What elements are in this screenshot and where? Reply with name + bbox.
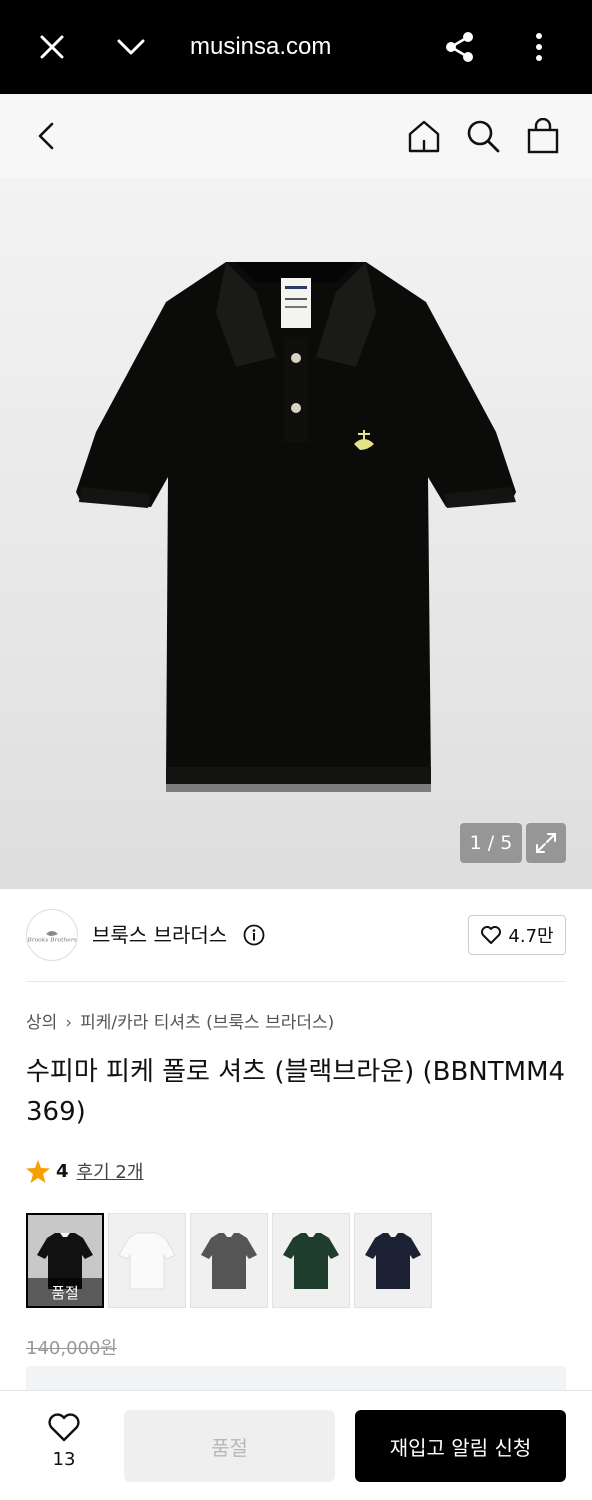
close-icon[interactable] bbox=[32, 27, 72, 67]
product-title: 수피마 피케 폴로 셔츠 (블랙브라운) (BBNTMM4369) bbox=[26, 1057, 566, 1127]
polo-shirt-thumbnail bbox=[118, 1232, 176, 1289]
gallery-pager: 1 / 5 bbox=[460, 823, 522, 863]
chevron-right-icon: › bbox=[65, 1013, 73, 1033]
search-icon[interactable] bbox=[461, 114, 505, 158]
brand-like-count: 4.7만 bbox=[508, 926, 554, 947]
brand-like-button[interactable]: 4.7만 bbox=[468, 915, 566, 955]
product-image-gallery[interactable]: 1 / 5 bbox=[0, 178, 592, 889]
heart-icon bbox=[481, 926, 502, 944]
brand-logo[interactable]: Brooks Brothers bbox=[26, 909, 78, 961]
bottom-action-bar: 13 품절 재입고 알림 신청 bbox=[0, 1390, 592, 1500]
shopping-bag-icon[interactable] bbox=[521, 114, 565, 158]
brand-name[interactable]: 브룩스 브라더스 bbox=[92, 921, 227, 949]
color-swatches: 품절 bbox=[26, 1213, 432, 1309]
soldout-label: 품절 bbox=[28, 1278, 102, 1306]
breadcrumb: 상의 › 피케/카라 티셔츠 (브룩스 브라더스) bbox=[26, 1010, 334, 1036]
review-link[interactable]: 후기 2개 bbox=[77, 1158, 144, 1184]
polo-shirt-thumbnail bbox=[283, 1232, 339, 1289]
wishlist-button[interactable]: 13 bbox=[36, 1413, 92, 1477]
info-icon[interactable] bbox=[243, 924, 265, 946]
home-icon[interactable] bbox=[402, 114, 446, 158]
back-arrow-icon[interactable] bbox=[24, 114, 68, 158]
star-icon bbox=[26, 1159, 50, 1183]
expand-icon[interactable] bbox=[526, 823, 566, 863]
swatch-white[interactable] bbox=[108, 1213, 186, 1308]
polo-shirt-thumbnail bbox=[201, 1232, 257, 1289]
polo-shirt-image bbox=[76, 262, 516, 792]
breadcrumb-item[interactable]: 피케/카라 티셔츠 (브룩스 브라더스) bbox=[80, 1013, 334, 1033]
divider bbox=[26, 981, 566, 982]
brand-row: Brooks Brothers 브룩스 브라더스 4.7만 bbox=[0, 889, 592, 983]
soldout-button: 품절 bbox=[124, 1410, 335, 1482]
browser-url[interactable]: musinsa.com bbox=[190, 30, 331, 64]
rating-summary: 4 후기 2개 bbox=[26, 1156, 143, 1186]
swatch-navy[interactable] bbox=[354, 1213, 432, 1308]
swatch-black[interactable]: 품절 bbox=[26, 1213, 104, 1308]
polo-shirt-thumbnail bbox=[365, 1232, 421, 1289]
wishlist-count: 13 bbox=[52, 1449, 76, 1470]
more-vertical-icon[interactable] bbox=[519, 27, 559, 67]
chevron-down-icon[interactable] bbox=[111, 27, 151, 67]
original-price: 140,000원 bbox=[26, 1338, 117, 1359]
restock-alert-button[interactable]: 재입고 알림 신청 bbox=[355, 1410, 566, 1482]
breadcrumb-item[interactable]: 상의 bbox=[26, 1013, 57, 1033]
app-header bbox=[0, 94, 592, 178]
rating-score: 4 bbox=[56, 1160, 69, 1182]
heart-icon bbox=[48, 1413, 80, 1442]
swatch-green[interactable] bbox=[272, 1213, 350, 1308]
share-icon[interactable] bbox=[440, 27, 480, 67]
browser-toolbar: musinsa.com bbox=[0, 0, 592, 94]
swatch-gray[interactable] bbox=[190, 1213, 268, 1308]
